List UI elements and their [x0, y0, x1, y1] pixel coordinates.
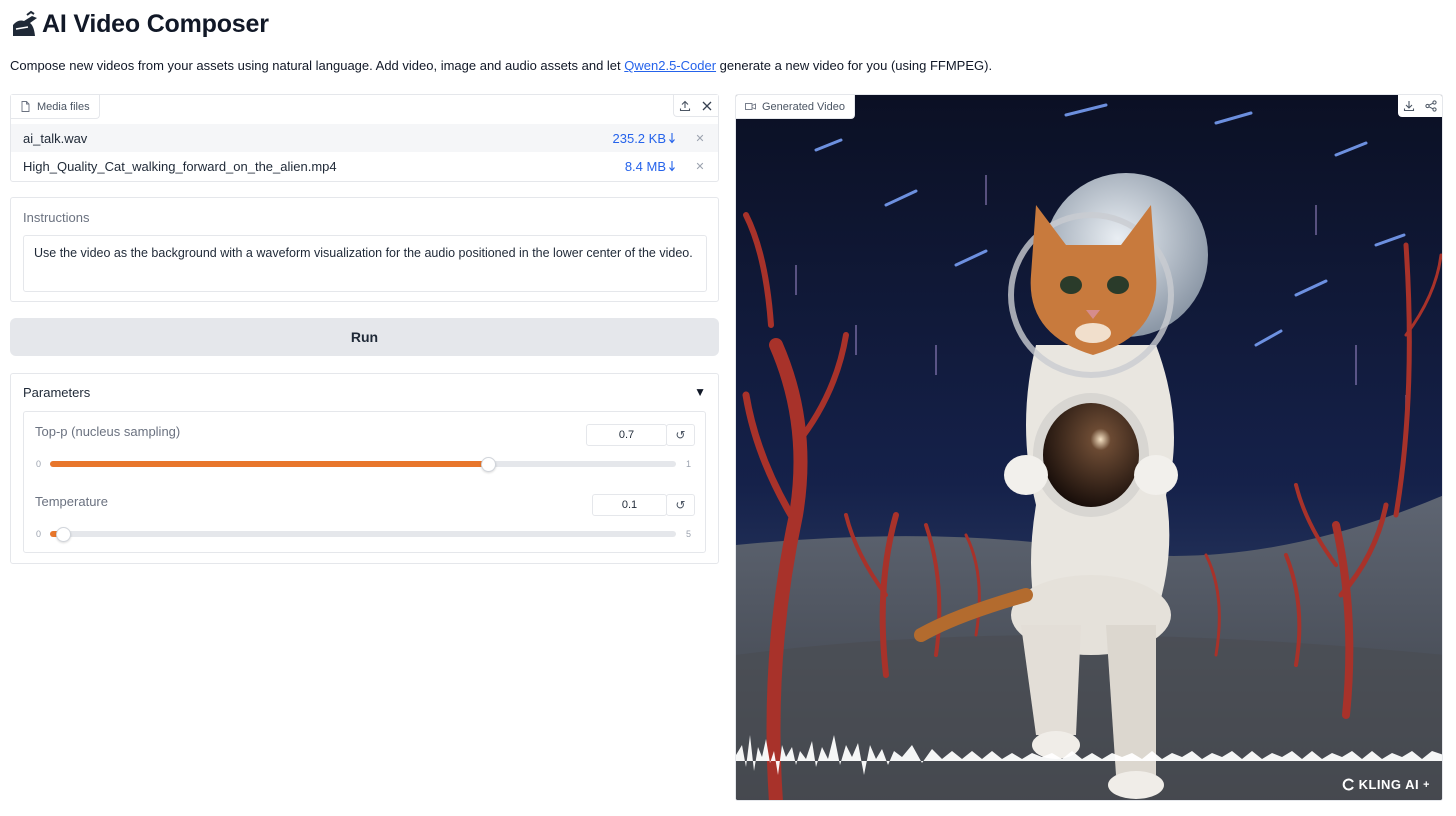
model-link[interactable]: Qwen2.5-Coder	[624, 58, 716, 73]
video-toolbar	[1398, 95, 1442, 117]
top-p-number-input[interactable]: 0.7	[586, 424, 667, 446]
top-p-slider[interactable]	[50, 457, 676, 472]
file-download[interactable]: 8.4 MB	[625, 159, 676, 174]
video-camera-icon	[745, 103, 756, 110]
top-p-min: 0	[36, 459, 42, 469]
generated-video-label-text: Generated Video	[762, 100, 845, 113]
parameters-accordion: Parameters ▼ Top-p (nucleus sampling) 0.…	[10, 373, 719, 564]
upload-icon[interactable]	[674, 95, 696, 116]
file-size: 8.4 MB	[624, 158, 666, 174]
remove-file-icon[interactable]: ✕	[694, 132, 706, 145]
watermark-sup: +	[1423, 778, 1430, 791]
temperature-min: 0	[36, 529, 42, 539]
remove-file-icon[interactable]: ✕	[694, 160, 706, 173]
instructions-label: Instructions	[23, 210, 90, 225]
media-files-panel: Media files ai_talk.wav 235.2 KB ✕ High_…	[10, 94, 719, 182]
media-files-label-text: Media files	[37, 100, 90, 113]
temperature-reset-icon[interactable]: ↺	[666, 494, 695, 516]
media-toolbar	[673, 95, 718, 117]
app-header: AI Video Composer	[10, 6, 269, 42]
media-files-label: Media files	[11, 95, 100, 119]
temperature-slider[interactable]	[50, 527, 676, 542]
temperature-slider-thumb[interactable]	[55, 527, 71, 542]
run-button[interactable]: Run	[10, 318, 719, 356]
temperature-label: Temperature	[35, 494, 108, 509]
page-title: AI Video Composer	[42, 9, 269, 38]
file-name: High_Quality_Cat_walking_forward_on_the_…	[23, 158, 337, 174]
temperature-max: 5	[686, 529, 692, 539]
kling-watermark: KLING AI +	[1342, 777, 1430, 792]
generated-video-panel: Generated Video KLING AI +	[735, 94, 1443, 801]
page-description: Compose new videos from your assets usin…	[10, 58, 992, 73]
parameters-header[interactable]: Parameters	[23, 385, 90, 400]
file-name: ai_talk.wav	[23, 130, 88, 146]
app-logo-icon	[13, 10, 37, 36]
description-text: Compose new videos from your assets usin…	[10, 58, 625, 73]
file-row[interactable]: ai_talk.wav 235.2 KB ✕	[11, 124, 718, 152]
temperature-number-input[interactable]: 0.1	[592, 494, 667, 516]
download-arrow-icon	[669, 161, 675, 172]
video-frame[interactable]	[736, 95, 1443, 801]
download-arrow-icon	[669, 133, 675, 144]
share-icon[interactable]	[1420, 95, 1442, 117]
file-icon	[21, 101, 30, 112]
file-row[interactable]: High_Quality_Cat_walking_forward_on_the_…	[11, 152, 718, 180]
watermark-text: KLING AI	[1358, 777, 1420, 792]
collapse-caret-icon[interactable]: ▼	[694, 385, 706, 399]
top-p-label: Top-p (nucleus sampling)	[35, 424, 181, 439]
description-text-end: generate a new video for you (using FFMP…	[716, 58, 993, 73]
clear-icon[interactable]	[696, 95, 718, 116]
download-icon[interactable]	[1398, 95, 1420, 117]
instructions-textarea[interactable]: Use the video as the background with a w…	[23, 235, 707, 292]
top-p-slider-thumb[interactable]	[481, 457, 497, 472]
generated-video-label: Generated Video	[736, 95, 855, 119]
instructions-panel: Instructions Use the video as the backgr…	[10, 197, 719, 302]
file-size: 235.2 KB	[612, 130, 667, 146]
kling-logo-icon	[1342, 778, 1354, 791]
file-download[interactable]: 235.2 KB	[613, 131, 677, 146]
top-p-slider-fill	[50, 461, 489, 467]
parameters-body: Top-p (nucleus sampling) 0.7 ↺ 0 1 Tempe…	[23, 411, 706, 553]
top-p-max: 1	[686, 459, 692, 469]
top-p-reset-icon[interactable]: ↺	[666, 424, 695, 446]
